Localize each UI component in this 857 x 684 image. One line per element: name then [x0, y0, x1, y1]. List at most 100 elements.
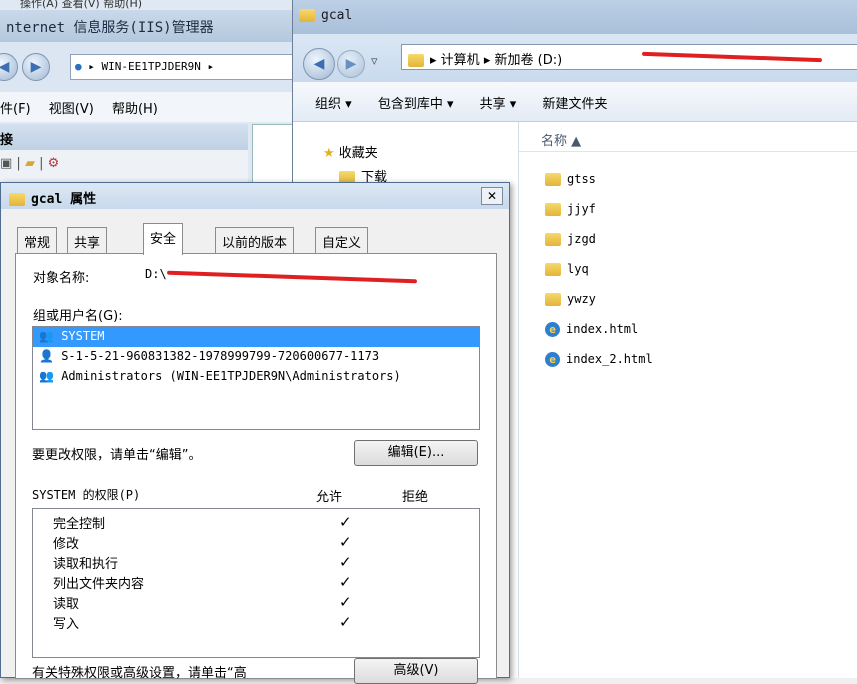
group-name: S-1-5-21-960831382-1978999799-720600677-…: [61, 349, 380, 363]
file-name: gtss: [567, 172, 596, 186]
folder-icon: [545, 203, 561, 216]
permission-name: 读取: [53, 597, 80, 612]
allow-check-icon: ✓: [339, 613, 352, 631]
file-name: jjyf: [567, 202, 596, 216]
tab-security[interactable]: 安全: [143, 223, 184, 255]
tree-item-favorites[interactable]: ★ 收藏夹: [323, 142, 378, 161]
recent-dropdown-icon[interactable]: ▿: [371, 54, 378, 69]
file-name: index.html: [566, 322, 639, 336]
permission-row: 读取和执行 ✓: [33, 553, 479, 573]
list-item[interactable]: e index.html: [545, 322, 638, 348]
edit-button[interactable]: 编辑(E)...: [354, 440, 478, 466]
forward-arrow-icon[interactable]: ▶: [337, 50, 365, 78]
advanced-button[interactable]: 高级(V): [354, 658, 478, 684]
ie-html-icon: e: [545, 322, 560, 337]
permissions-list: 完全控制✓ 修改✓ 读取和执行✓ 列出文件夹内容✓ 读取✓ 写入✓ ▲ ▼: [32, 508, 480, 658]
connect-icon[interactable]: ⚙: [48, 156, 60, 171]
folder-icon: [9, 193, 25, 206]
permission-name: 修改: [53, 537, 80, 552]
explorer-title: gcal: [321, 8, 353, 23]
breadcrumb-computer[interactable]: 计算机: [441, 53, 480, 68]
unknown-user-icon: 👤: [39, 349, 54, 363]
permission-row: 读取 ✓: [33, 593, 479, 613]
menu-file[interactable]: 件(F): [0, 102, 31, 117]
change-permissions-hint: 要更改权限，请单击“编辑”。: [32, 448, 202, 463]
list-item[interactable]: 👤 S-1-5-21-960831382-1978999799-72060067…: [33, 347, 479, 367]
folder-icon: [545, 233, 561, 246]
deny-column-header: 拒绝: [402, 490, 429, 505]
menu-help[interactable]: 帮助(H): [112, 102, 158, 117]
file-name: ywzy: [567, 292, 596, 306]
list-item[interactable]: e index_2.html: [545, 352, 653, 378]
tree-item-label: 收藏夹: [338, 146, 378, 161]
group-list-label: 组或用户名(G):: [33, 309, 123, 324]
group-user-list[interactable]: 👥 SYSTEM 👤 S-1-5-21-960831382-1978999799…: [32, 326, 480, 430]
object-name-label: 对象名称:: [33, 271, 90, 286]
iis-connections-header: 接: [0, 124, 248, 150]
list-item[interactable]: jzgd: [545, 232, 596, 258]
list-item[interactable]: gtss: [545, 172, 596, 198]
group-name: Administrators (WIN-EE1TPJDER9N\Administ…: [61, 369, 401, 383]
new-folder-button[interactable]: 新建文件夹: [542, 97, 607, 112]
allow-check-icon: ✓: [339, 553, 352, 571]
organize-button[interactable]: 组织 ▾: [315, 97, 352, 112]
save-icon[interactable]: ▣: [0, 156, 12, 171]
include-in-library-button[interactable]: 包含到库中 ▾: [378, 97, 454, 112]
folder-up-icon[interactable]: ▰: [25, 156, 35, 171]
close-icon[interactable]: ✕: [481, 187, 503, 205]
allow-column-header: 允许: [316, 490, 343, 505]
permission-row: 写入 ✓: [33, 613, 479, 633]
file-name: jzgd: [567, 232, 596, 246]
breadcrumb-drive[interactable]: 新加卷 (D:): [494, 53, 562, 68]
list-item[interactable]: lyq: [545, 262, 589, 288]
explorer-address-bar[interactable]: ▸ 计算机 ▸ 新加卷 (D:): [401, 44, 857, 70]
folder-icon: [545, 173, 561, 186]
tab-customize[interactable]: 自定义: [315, 227, 369, 253]
list-item[interactable]: 👥 Administrators (WIN-EE1TPJDER9N\Admini…: [33, 367, 479, 387]
star-icon: ★: [323, 146, 335, 161]
allow-check-icon: ✓: [339, 593, 352, 611]
iis-menu-bar: 件(F) 视图(V) 帮助(H): [0, 92, 300, 122]
group-name: SYSTEM: [61, 329, 105, 343]
menu-view[interactable]: 视图(V): [49, 102, 94, 117]
globe-icon: ●: [75, 60, 82, 73]
tab-previous-versions[interactable]: 以前的版本: [215, 227, 295, 253]
permission-name: 写入: [53, 617, 80, 632]
share-button[interactable]: 共享 ▾: [480, 97, 517, 112]
advanced-settings-hint: 有关特殊权限或高级设置，请单击“高: [32, 666, 247, 681]
iis-title-bar: nternet 信息服务(IIS)管理器: [0, 10, 300, 42]
folder-icon: [299, 9, 315, 22]
users-icon: 👥: [39, 329, 54, 343]
dialog-title: gcal 属性: [31, 192, 97, 207]
tab-sharing[interactable]: 共享: [67, 227, 108, 253]
back-arrow-icon[interactable]: ◀: [303, 48, 335, 80]
folder-icon: [545, 293, 561, 306]
folder-icon: [408, 54, 424, 67]
ie-html-icon: e: [545, 352, 560, 367]
permissions-header: SYSTEM 的权限(P): [32, 488, 141, 502]
explorer-title-bar: gcal: [293, 0, 857, 34]
users-icon: 👥: [39, 369, 54, 383]
dialog-title-bar: gcal 属性: [1, 183, 509, 209]
iis-toolbar: ▣ | ▰ | ⚙: [0, 150, 248, 184]
forward-arrow-icon[interactable]: ▶: [22, 53, 50, 81]
explorer-command-bar: 组织 ▾ 包含到库中 ▾ 共享 ▾ 新建文件夹: [293, 82, 857, 122]
object-name-value: D:\: [145, 267, 167, 281]
list-item[interactable]: jjyf: [545, 202, 596, 228]
permission-row: 修改 ✓: [33, 533, 479, 553]
tab-general[interactable]: 常规: [17, 227, 58, 253]
file-name: index_2.html: [566, 352, 653, 366]
permission-name: 列出文件夹内容: [53, 577, 145, 592]
permission-row: 列出文件夹内容 ✓: [33, 573, 479, 593]
iis-address-bar[interactable]: ● ▸ WIN-EE1TPJDER9N ▸: [70, 54, 300, 80]
list-item[interactable]: 👥 SYSTEM: [33, 327, 479, 347]
iis-address-text: WIN-EE1TPJDER9N: [101, 60, 201, 73]
list-item[interactable]: ywzy: [545, 292, 596, 318]
allow-check-icon: ✓: [339, 573, 352, 591]
file-name: lyq: [567, 262, 589, 276]
permission-name: 读取和执行: [53, 557, 119, 572]
allow-check-icon: ✓: [339, 533, 352, 551]
permission-name: 完全控制: [53, 517, 106, 532]
allow-check-icon: ✓: [339, 513, 352, 531]
column-header-name[interactable]: 名称 ▲: [519, 122, 857, 152]
